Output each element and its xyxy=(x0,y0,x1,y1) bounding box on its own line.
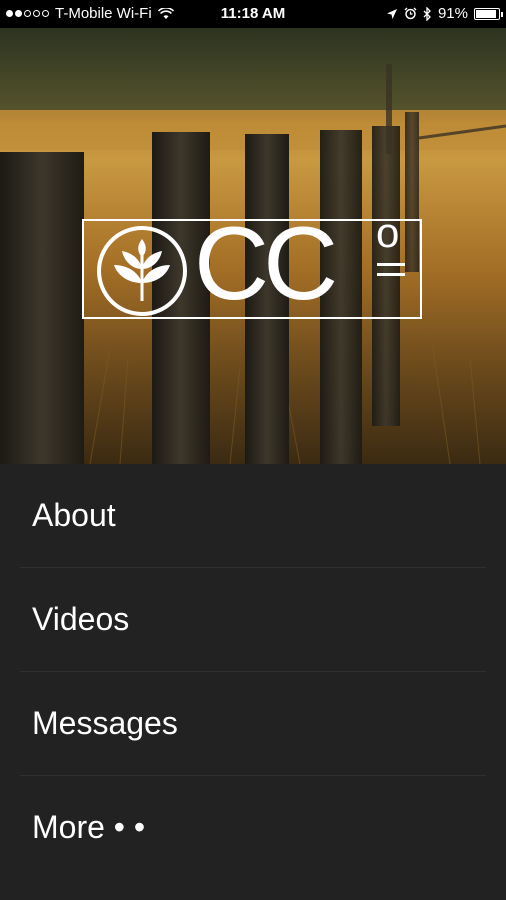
menu-item-messages[interactable]: Messages xyxy=(20,672,486,776)
menu-item-label: About xyxy=(32,497,116,533)
menu-item-label: Videos xyxy=(32,601,130,637)
leaf-emblem-icon xyxy=(97,226,187,316)
logo-superscript: o xyxy=(376,209,400,256)
alarm-icon xyxy=(404,7,417,20)
status-right-group: 91% xyxy=(386,5,503,22)
hero-banner: CC o xyxy=(0,28,506,464)
bluetooth-icon xyxy=(423,6,431,21)
location-icon xyxy=(386,8,397,19)
logo-underline-2 xyxy=(377,273,405,276)
battery-percent: 91% xyxy=(437,5,468,22)
menu-item-label: More • • xyxy=(32,809,146,845)
menu-item-about[interactable]: About xyxy=(20,464,486,568)
logo-text: CC xyxy=(194,206,338,322)
logo: CC o xyxy=(82,209,422,319)
nav-menu: About Videos Messages More • • xyxy=(0,464,506,879)
battery-fill xyxy=(476,9,497,18)
menu-item-videos[interactable]: Videos xyxy=(20,568,486,672)
menu-item-label: Messages xyxy=(32,705,178,741)
logo-underline xyxy=(377,263,405,266)
battery-icon xyxy=(474,7,503,20)
menu-item-more[interactable]: More • • xyxy=(20,776,486,879)
status-bar: T-Mobile Wi-Fi 11:18 AM 91% xyxy=(0,0,506,28)
